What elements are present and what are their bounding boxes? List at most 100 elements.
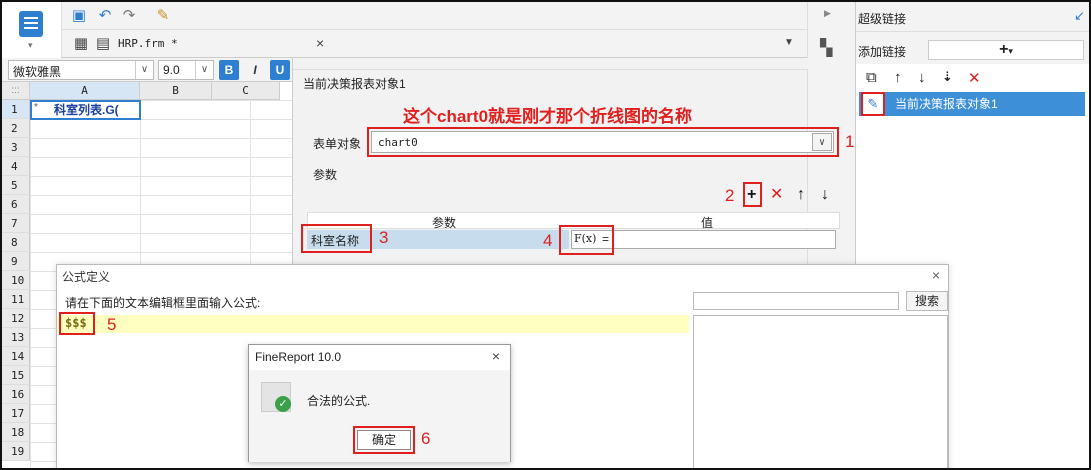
close-tab-icon[interactable]: × — [316, 35, 324, 51]
row-header[interactable]: 6 — [2, 195, 30, 214]
step-number: 4 — [543, 231, 553, 250]
hyperlink-title-text: 超级链接 — [858, 12, 907, 26]
row-header[interactable]: 12 — [2, 309, 30, 328]
panel-toolbar-strip — [293, 58, 808, 70]
search-button[interactable]: 搜索 — [906, 291, 948, 311]
row-header[interactable]: 13 — [2, 328, 30, 347]
row-header[interactable]: 11 — [2, 290, 30, 309]
step-number: 3 — [379, 228, 389, 247]
row-header[interactable]: 18 — [2, 423, 30, 442]
formula-editor[interactable]: $$$ — [57, 315, 689, 333]
confirm-dialog: FineReport 10.0 × ✓ 合法的公式. 确定 6 — [248, 344, 511, 462]
undo-icon[interactable]: ↶ — [96, 7, 114, 25]
form-object-label: 表单对象 — [313, 137, 362, 151]
row-header[interactable]: 16 — [2, 385, 30, 404]
column-header[interactable]: B — [140, 82, 212, 100]
delete-param-icon[interactable]: ✕ — [770, 187, 783, 203]
row-header[interactable]: 4 — [2, 157, 30, 176]
hyperlink-toolbar: ⧉ ↑ ↓ ⇣ ✕ — [856, 64, 1089, 92]
save-icon[interactable]: ▣ — [70, 7, 88, 25]
step-number: 5 — [107, 315, 117, 334]
row-header[interactable]: 7 — [2, 214, 30, 233]
widget-library-icon[interactable]: ▚ — [820, 38, 832, 58]
close-icon[interactable]: × — [932, 267, 940, 283]
cell-a1[interactable]: * 科室列表.G( — [30, 100, 141, 120]
confirm-dialog-title: FineReport 10.0 — [255, 350, 342, 364]
column-header[interactable]: C — [212, 82, 280, 100]
select-all-corner[interactable]: ::: — [2, 82, 30, 100]
row-header[interactable]: 17 — [2, 404, 30, 423]
column-header[interactable]: A — [30, 82, 140, 100]
chevron-down-icon[interactable]: ∨ — [135, 61, 153, 79]
copy-icon[interactable]: ⧉ — [866, 69, 877, 86]
check-icon: ✓ — [275, 396, 291, 412]
confirm-message: 合法的公式. — [307, 394, 371, 408]
format-painter-icon[interactable]: ✎ — [154, 7, 172, 25]
hyperlink-item-label: 当前决策报表对象1 — [895, 97, 998, 111]
delete-icon[interactable]: ✕ — [968, 69, 981, 87]
add-param-icon[interactable]: + — [747, 187, 756, 203]
params-label: 参数 — [313, 168, 338, 182]
row-header[interactable]: 5 — [2, 176, 30, 195]
confirm-body: ✓ 合法的公式. 确定 6 — [249, 370, 510, 462]
quick-toolbar: ▣ ↶ ↷ ✎ — [62, 2, 807, 30]
cell-a1-value: 科室列表.G( — [54, 103, 119, 117]
highlight-box — [559, 225, 614, 255]
document-tab-bar: ▦ ▤ HRP.frm * × ▼ — [62, 30, 807, 58]
highlight-box — [353, 426, 415, 454]
tab-label[interactable]: HRP.frm * — [118, 37, 178, 50]
underline-button[interactable]: U — [270, 60, 290, 80]
step-number: 1 — [845, 132, 855, 151]
row-header[interactable]: 2 — [2, 119, 30, 138]
app-logo-icon[interactable] — [19, 11, 43, 37]
highlight-box — [59, 312, 95, 335]
add-link-button[interactable]: +▾ — [928, 40, 1084, 60]
highlight-box — [367, 127, 839, 157]
row-header[interactable]: 15 — [2, 366, 30, 385]
move-down-icon[interactable]: ↓ — [821, 187, 829, 203]
cell-marker: * — [34, 102, 38, 113]
collapse-icon[interactable]: ↙ — [1074, 8, 1085, 24]
chevron-down-icon: ▾ — [1008, 46, 1013, 56]
row-header[interactable]: 10 — [2, 271, 30, 290]
formula-dialog-title: 公式定义 — [62, 270, 111, 284]
row-header[interactable]: 8 — [2, 233, 30, 252]
add-link-row: 添加链接 +▾ — [856, 32, 1089, 64]
move-up-icon[interactable]: ↑ — [797, 187, 805, 203]
move-down-icon[interactable]: ↓ — [918, 69, 926, 86]
function-list[interactable] — [693, 315, 948, 468]
step-number: 2 — [725, 186, 735, 205]
chevron-down-icon[interactable]: ∨ — [195, 61, 213, 79]
chevron-down-icon[interactable]: ▾ — [28, 40, 33, 51]
row-header[interactable]: 1 — [2, 100, 30, 119]
expand-arrow-icon[interactable]: ▶ — [824, 8, 831, 19]
sort-icon[interactable]: ⇣ — [942, 69, 953, 85]
grid-icon[interactable]: ▦ — [72, 35, 90, 53]
move-up-icon[interactable]: ↑ — [894, 69, 902, 86]
bold-button[interactable]: B — [219, 60, 239, 80]
row-header[interactable]: 3 — [2, 138, 30, 157]
font-family-select[interactable]: 微软雅黑 ∨ — [8, 60, 154, 80]
close-icon[interactable]: × — [492, 348, 500, 364]
font-size-value: 9.0 — [163, 63, 180, 77]
font-toolbar: 微软雅黑 ∨ 9.0 ∨ B I U — [2, 58, 292, 82]
tab-menu-icon[interactable]: ▼ — [784, 37, 794, 48]
step-number: 6 — [421, 429, 431, 448]
redo-icon[interactable]: ↷ — [120, 7, 138, 25]
hyperlink-editor-panel: 当前决策报表对象1 这个chart0就是刚才那个折线图的名称 表单对象 char… — [292, 58, 854, 264]
add-link-label: 添加链接 — [858, 45, 907, 59]
form-file-icon: ▤ — [95, 35, 111, 52]
plus-icon: + — [999, 41, 1009, 58]
panel-title: 当前决策报表对象1 — [303, 77, 406, 91]
app-menu[interactable]: ▾ — [2, 2, 62, 58]
edit-pencil-icon[interactable]: ✎ — [861, 92, 885, 116]
row-header[interactable]: 14 — [2, 347, 30, 366]
hyperlink-item[interactable]: ✎ 当前决策报表对象1 — [859, 92, 1085, 116]
row-header[interactable]: 9 — [2, 252, 30, 271]
row-header[interactable]: 19 — [2, 442, 30, 461]
screenshot-frame: ▾ ▣ ↶ ↷ ✎ ▦ ▤ HRP.frm * × ▼ ▶ ▚ 微软雅黑 ∨ 9… — [0, 0, 1091, 470]
function-search-input[interactable] — [693, 292, 899, 310]
font-size-select[interactable]: 9.0 ∨ — [158, 60, 214, 80]
font-family-value: 微软雅黑 — [13, 65, 62, 79]
italic-button[interactable]: I — [245, 60, 265, 80]
